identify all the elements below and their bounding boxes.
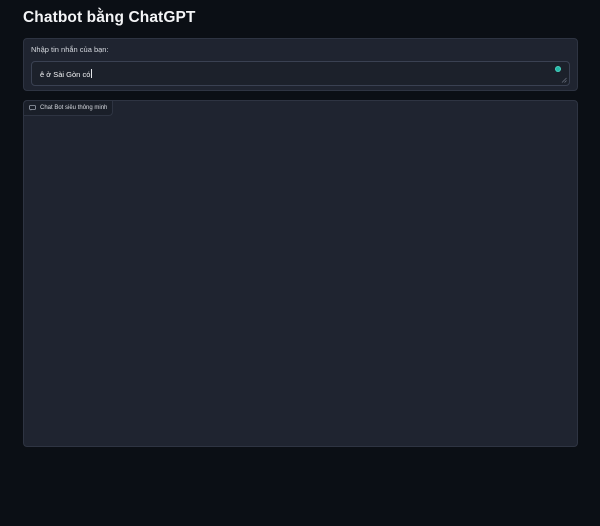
chatbot-label: Chat Bot siêu thông minh [24,101,114,116]
message-input-wrapper[interactable]: ê ở Sài Gòn có [31,61,570,86]
page-title: Chatbot bằng ChatGPT [23,9,196,26]
app-page: Chatbot bằng ChatGPT Nhập tin nhắn của b… [0,0,600,526]
chatbot-panel: Chat Bot siêu thông minh [23,100,578,447]
chatbot-label-text: Chat Bot siêu thông minh [40,105,108,111]
message-input-value: ê ở Sài Gòn có [40,70,91,79]
text-caret [91,69,93,78]
status-dot-icon [556,67,560,71]
chat-messages-area[interactable] [24,115,577,446]
message-input[interactable]: ê ở Sài Gòn có [32,62,569,85]
message-input-block: Nhập tin nhắn của bạn: ê ở Sài Gòn có [23,38,578,91]
chat-bubble-icon [29,105,36,111]
message-input-label: Nhập tin nhắn của bạn: [31,45,109,54]
resize-grip-icon[interactable] [561,77,567,83]
